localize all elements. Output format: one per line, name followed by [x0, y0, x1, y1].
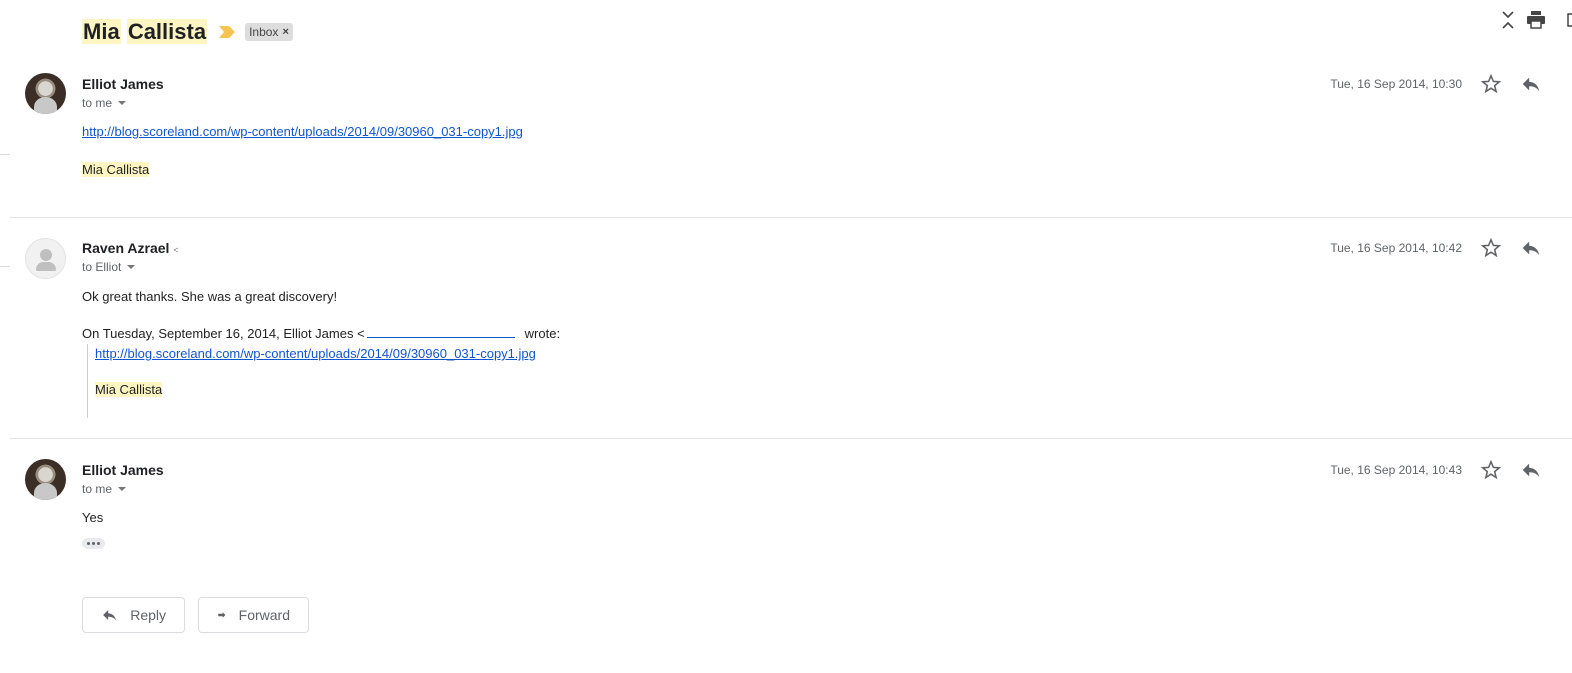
reply-button-label: Reply: [130, 607, 166, 623]
recipient-label: to me: [82, 482, 113, 496]
show-trimmed-content-button[interactable]: [82, 538, 105, 549]
message-divider: [10, 217, 1572, 218]
signature-highlight: Mia Callista: [82, 162, 150, 177]
collapse-all-icon[interactable]: [1496, 8, 1520, 32]
sender-email-caret: <: [173, 245, 179, 255]
reply-button[interactable]: Reply: [82, 597, 185, 633]
quoted-body: http://blog.scoreland.com/wp-content/upl…: [95, 346, 536, 361]
star-icon[interactable]: [1480, 459, 1502, 481]
thread-subject: Mia Callista: [82, 19, 208, 45]
print-icon[interactable]: [1524, 8, 1548, 32]
message-date: Tue, 16 Sep 2014, 10:30: [1330, 77, 1462, 91]
message-body: http://blog.scoreland.com/wp-content/upl…: [82, 124, 523, 139]
reply-icon[interactable]: [1520, 237, 1542, 259]
side-marker: [0, 154, 10, 155]
quote-header-text: On Tuesday, September 16, 2014, Elliot J…: [82, 326, 365, 341]
ellipsis-dot: [87, 542, 90, 545]
ellipsis-dot: [92, 542, 95, 545]
sender-name-text: Raven Azrael: [82, 240, 170, 256]
message-divider: [10, 438, 1572, 439]
quote-sender-email-link[interactable]: [366, 329, 515, 338]
message-body: Yes: [82, 510, 104, 525]
message-body: Ok great thanks. She was a great discove…: [82, 289, 338, 304]
quoted-signature: Mia Callista: [95, 382, 536, 397]
chevron-down-icon[interactable]: [127, 265, 136, 269]
forward-icon: [218, 612, 226, 618]
recipient-details[interactable]: to me: [82, 482, 127, 496]
side-marker: [0, 266, 10, 267]
reply-icon[interactable]: [1520, 459, 1542, 481]
reply-icon[interactable]: [1520, 73, 1542, 95]
quoted-text: http://blog.scoreland.com/wp-content/upl…: [87, 344, 536, 418]
ellipsis-dot: [97, 542, 100, 545]
sender-name[interactable]: Raven Azrael <: [82, 240, 179, 256]
star-icon[interactable]: [1480, 73, 1502, 95]
avatar[interactable]: [25, 73, 66, 114]
recipient-details[interactable]: to Elliot: [82, 260, 136, 274]
remove-label-icon[interactable]: ×: [282, 26, 288, 38]
quoted-link[interactable]: http://blog.scoreland.com/wp-content/upl…: [95, 346, 536, 361]
new-window-icon[interactable]: [1562, 8, 1572, 32]
chevron-down-icon[interactable]: [118, 101, 127, 105]
recipient-label: to me: [82, 96, 113, 110]
thread-header: Mia Callista Inbox ×: [82, 14, 293, 50]
message-date: Tue, 16 Sep 2014, 10:42: [1330, 241, 1462, 255]
label-inbox-text: Inbox: [249, 25, 279, 39]
forward-button-label: Forward: [238, 607, 290, 623]
message-link[interactable]: http://blog.scoreland.com/wp-content/upl…: [82, 124, 523, 139]
quote-header-wrote: wrote:: [524, 326, 561, 341]
forward-button[interactable]: Forward: [198, 597, 309, 633]
subject-highlight-word: Callista: [126, 19, 208, 44]
importance-marker-icon[interactable]: [219, 26, 236, 38]
quote-header: On Tuesday, September 16, 2014, Elliot J…: [82, 326, 560, 341]
signature-highlight: Mia Callista: [95, 382, 163, 397]
chevron-down-icon[interactable]: [118, 487, 127, 491]
subject-highlight-word: Mia: [82, 19, 121, 44]
message-signature: Mia Callista: [82, 162, 150, 177]
recipient-details[interactable]: to me: [82, 96, 127, 110]
sender-name[interactable]: Elliot James: [82, 462, 164, 478]
recipient-label: to Elliot: [82, 260, 122, 274]
avatar[interactable]: [25, 238, 66, 279]
sender-name[interactable]: Elliot James: [82, 76, 164, 92]
message-date: Tue, 16 Sep 2014, 10:43: [1330, 463, 1462, 477]
label-inbox-chip[interactable]: Inbox ×: [245, 23, 293, 41]
star-icon[interactable]: [1480, 237, 1502, 259]
reply-icon: [103, 609, 117, 621]
avatar[interactable]: [25, 459, 66, 500]
